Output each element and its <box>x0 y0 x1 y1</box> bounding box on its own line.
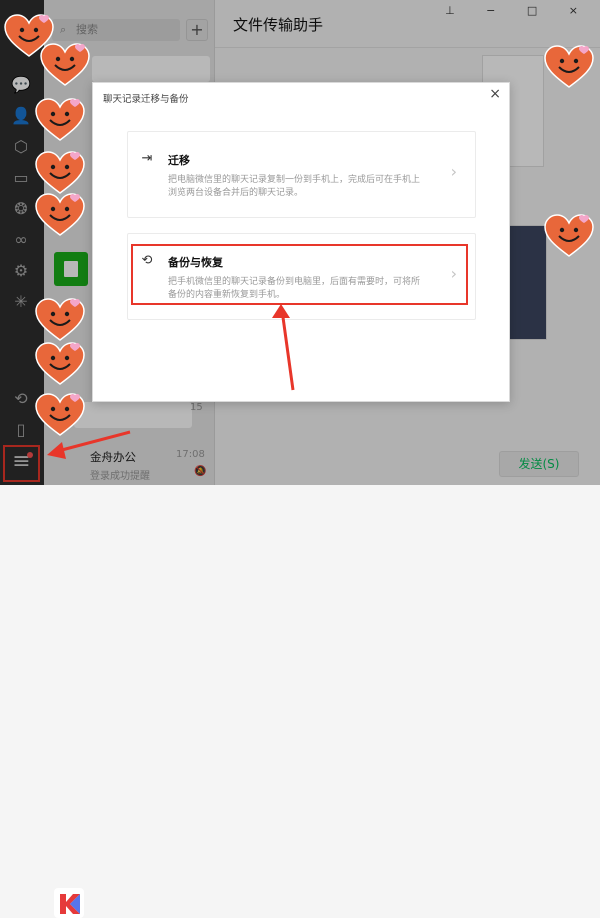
dialog-title: 聊天记录迁移与备份 <box>103 94 189 105</box>
option-description: 把电脑微信里的聊天记录复制一份到手机上，完成后可在手机上浏览两台设备合并后的聊天… <box>168 175 421 198</box>
chevron-right-icon: › <box>450 162 457 181</box>
option-title: 迁移 <box>168 154 190 167</box>
backup-dialog: 聊天记录迁移与备份 × ⇥ 迁移 把电脑微信里的聊天记录复制一份到手机上，完成后… <box>92 82 510 402</box>
jz-logo-icon <box>54 888 84 918</box>
highlight-box <box>131 244 468 305</box>
close-button[interactable]: × <box>489 86 501 102</box>
migrate-option[interactable]: ⇥ 迁移 把电脑微信里的聊天记录复制一份到手机上，完成后可在手机上浏览两台设备合… <box>127 131 476 218</box>
migrate-icon: ⇥ <box>141 151 153 166</box>
